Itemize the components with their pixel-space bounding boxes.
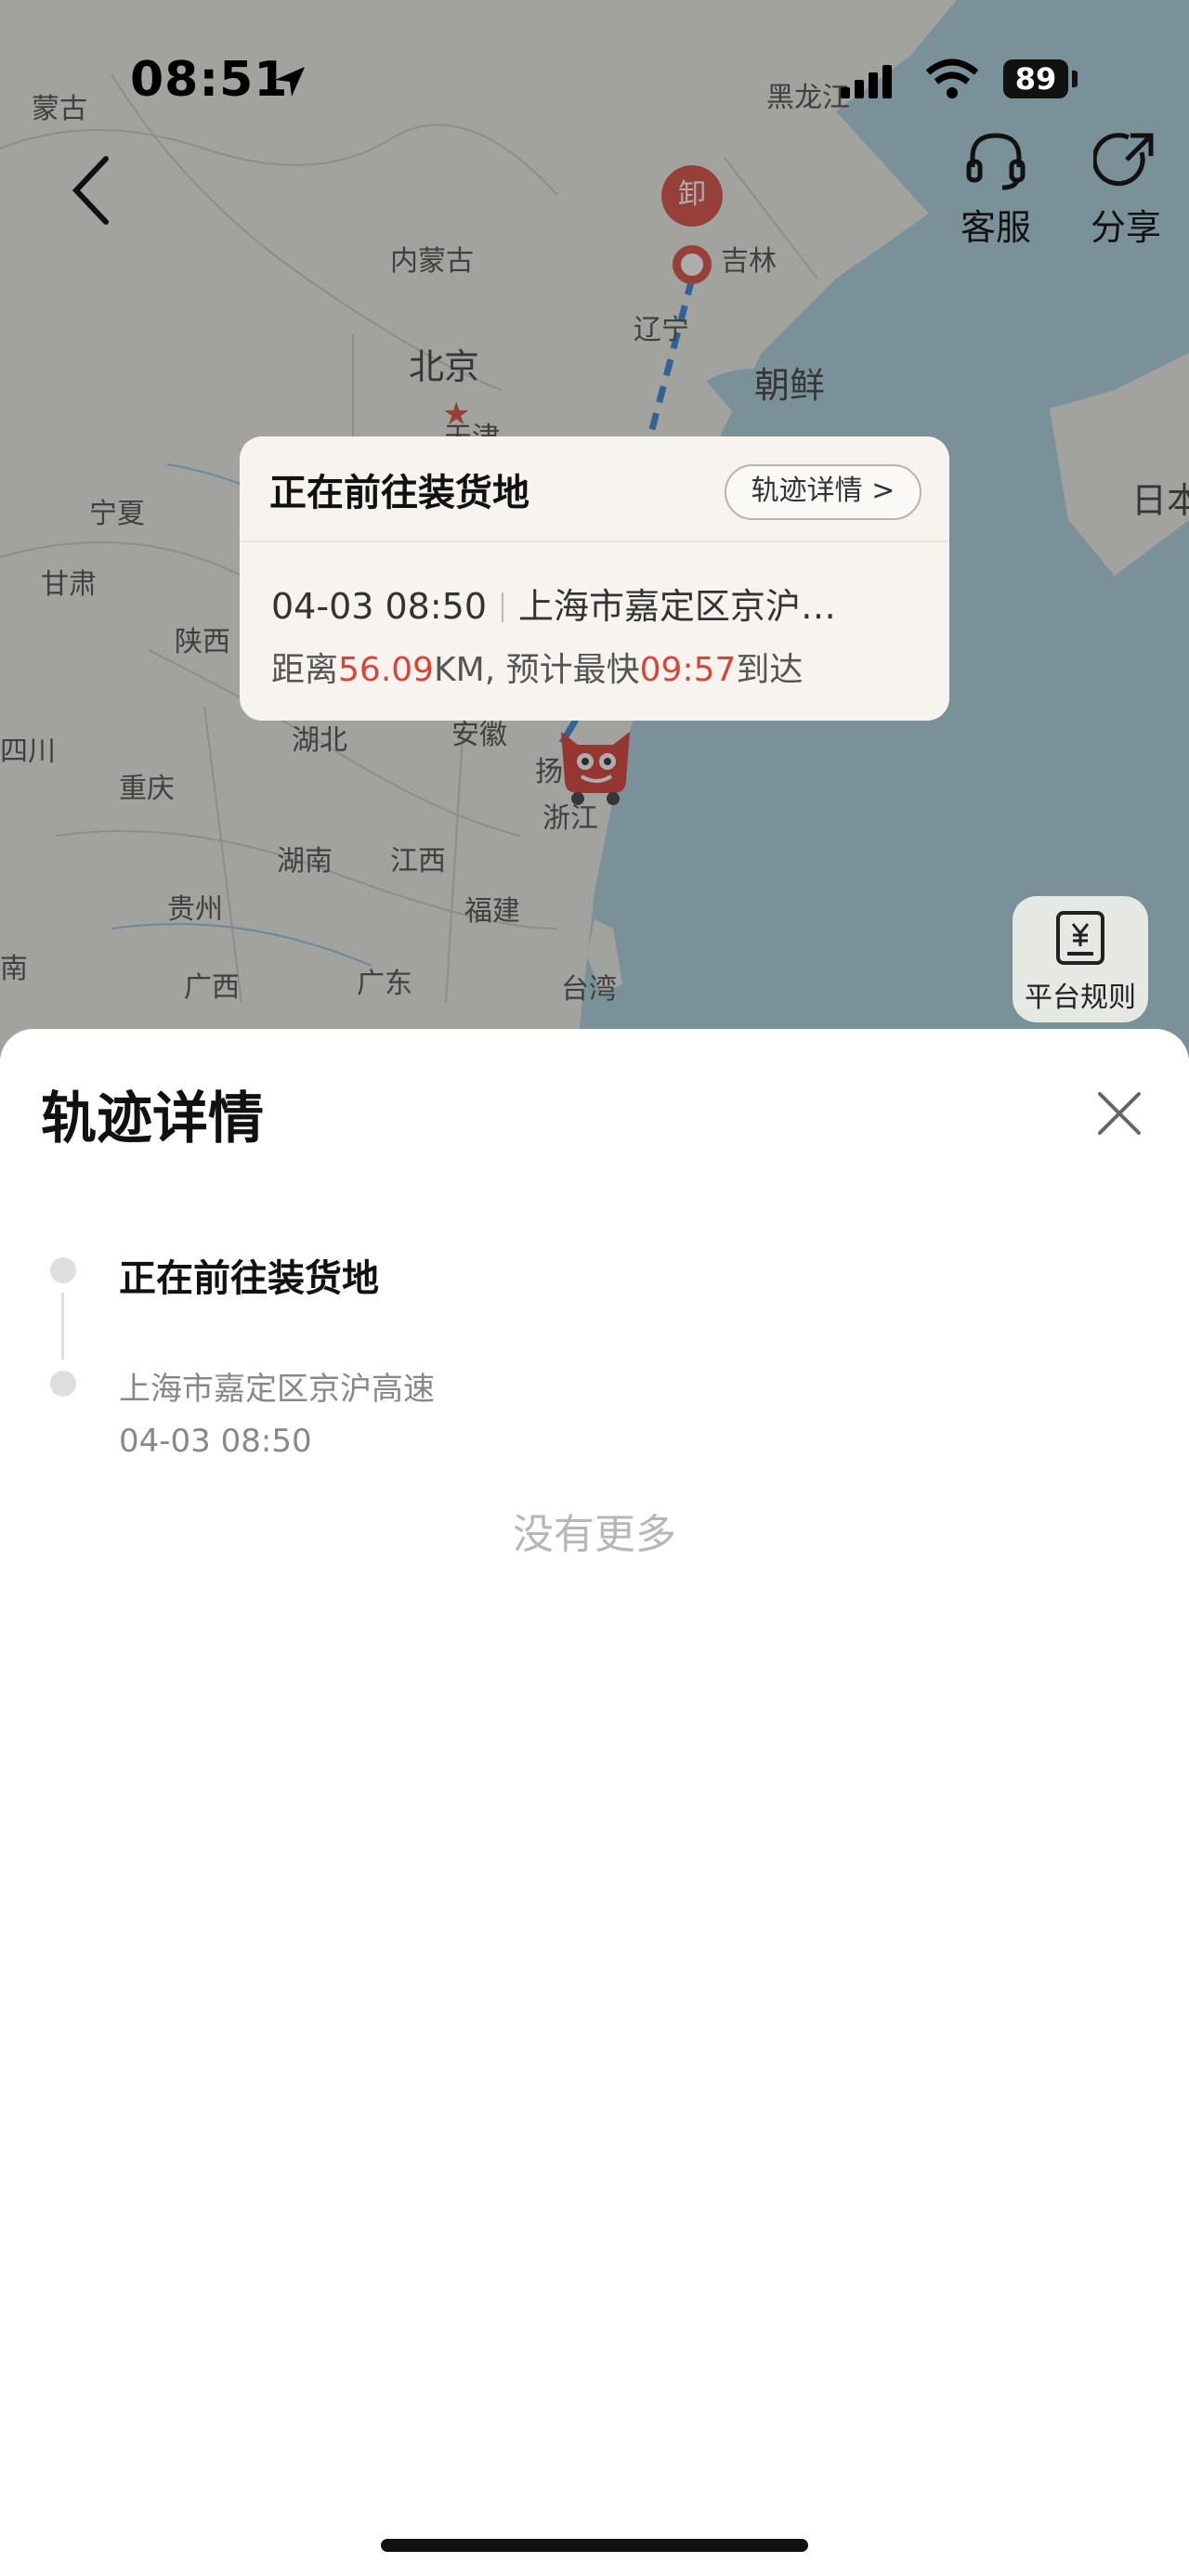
status-card-title: 正在前往装货地 xyxy=(269,472,529,514)
card-location: 上海市嘉定区京沪… xyxy=(518,586,837,627)
eta-suffix: 到达 xyxy=(736,651,804,689)
signal-icon xyxy=(841,63,906,104)
card-divider xyxy=(240,540,949,542)
distance-value: 56.09 xyxy=(338,651,435,689)
timeline-dot xyxy=(50,1257,76,1283)
battery-tip xyxy=(1072,71,1078,87)
timeline-connector xyxy=(61,1293,64,1360)
eta-time: 09:57 xyxy=(639,651,737,689)
customer-service-button[interactable]: 客服 xyxy=(940,130,1052,250)
share-icon xyxy=(1091,133,1154,187)
close-button[interactable] xyxy=(1094,1088,1144,1138)
battery-level: 89 xyxy=(1003,59,1068,98)
platform-rules-label: 平台规则 xyxy=(1025,982,1136,1014)
back-button[interactable] xyxy=(65,153,121,228)
wifi-icon xyxy=(924,58,980,104)
card-separator xyxy=(502,592,504,622)
timeline-time: 04-03 08:50 xyxy=(119,1423,312,1460)
distance-prefix: 距离 xyxy=(271,651,339,689)
timeline-dot xyxy=(50,1371,76,1397)
card-eta-line: 距离56.09KM, 预计最快09:57到达 xyxy=(271,643,803,691)
close-icon xyxy=(1098,1092,1141,1135)
timeline-status: 正在前往装货地 xyxy=(119,1257,379,1300)
no-more-label: 没有更多 xyxy=(513,1511,676,1558)
status-bar: 08:51 89 xyxy=(0,46,1189,121)
chevron-left-icon xyxy=(72,156,109,225)
sheet-title: 轨迹详情 xyxy=(41,1086,264,1151)
share-label: 分享 xyxy=(1090,207,1161,248)
platform-rules-button[interactable]: 平台规则 xyxy=(1013,896,1148,1022)
track-detail-button[interactable]: 轨迹详情 > xyxy=(725,464,921,520)
share-button[interactable]: 分享 xyxy=(1070,130,1182,250)
distance-unit: KM, 预计最快 xyxy=(434,651,640,689)
status-time: 08:51 xyxy=(130,52,289,108)
headset-icon xyxy=(966,133,1026,190)
home-indicator[interactable] xyxy=(381,2539,808,2552)
timeline-location: 上海市嘉定区京沪高速 xyxy=(119,1371,435,1408)
card-timestamp: 04-03 08:50 xyxy=(271,586,488,627)
customer-service-label: 客服 xyxy=(960,207,1031,248)
location-arrow-icon xyxy=(271,63,308,104)
card-location-line: 04-03 08:50 上海市嘉定区京沪… xyxy=(271,578,836,629)
rules-document-icon xyxy=(1056,911,1104,965)
